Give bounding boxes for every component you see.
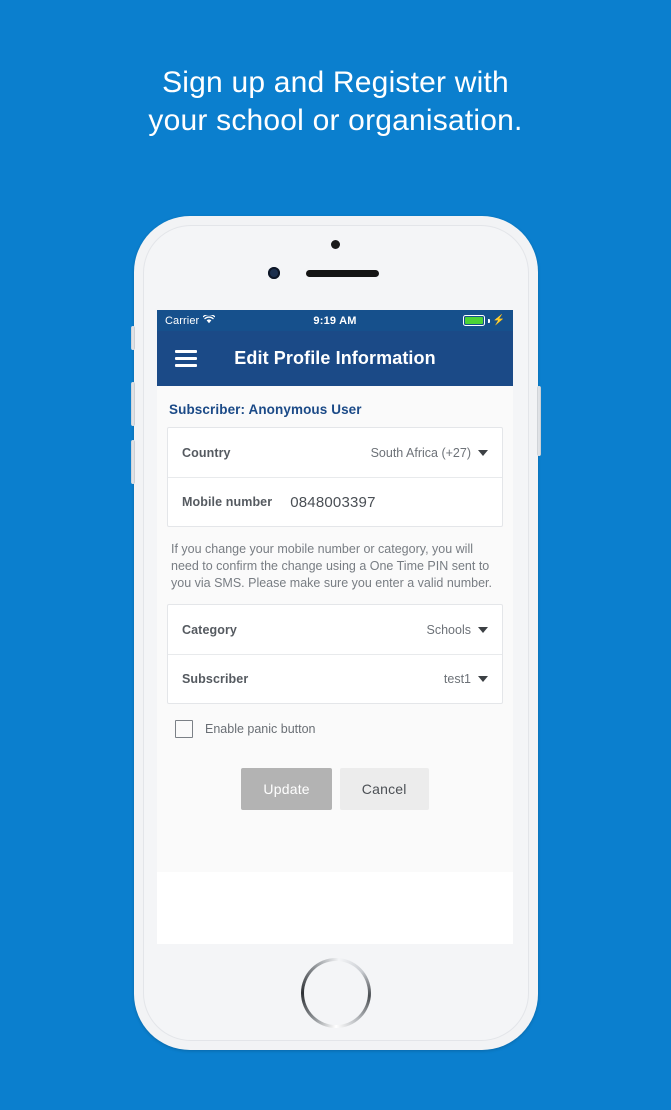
battery-nub-icon <box>487 318 490 323</box>
volume-down-button[interactable] <box>131 440 135 484</box>
home-button-inner <box>304 961 368 1025</box>
subscriber-value: test1 <box>443 672 471 686</box>
battery-fill <box>464 317 483 324</box>
promo-headline: Sign up and Register with your school or… <box>0 64 671 140</box>
category-value: Schools <box>426 622 471 637</box>
phone-screen: Carrier 9:19 AM ⚡ Edit Profile Informati… <box>157 310 513 944</box>
carrier-label: Carrier <box>165 314 200 327</box>
mobile-number-input[interactable]: 0848003397 <box>290 494 375 511</box>
category-row[interactable]: Category Schools <box>168 605 502 654</box>
category-label: Category <box>182 622 237 637</box>
hamburger-line-3 <box>175 364 197 367</box>
headline-line-1: Sign up and Register with <box>162 66 509 99</box>
wifi-icon <box>203 313 216 327</box>
status-bar-left: Carrier <box>165 313 216 327</box>
hamburger-line-1 <box>175 350 197 353</box>
category-select[interactable]: Schools <box>427 623 488 637</box>
country-value: South Africa (+27) <box>370 445 471 460</box>
panic-button-row[interactable]: Enable panic button <box>167 704 503 738</box>
subscriber-row[interactable]: Subscriber test1 <box>168 654 502 703</box>
hamburger-line-2 <box>175 357 197 360</box>
mute-switch-button[interactable] <box>131 326 135 350</box>
status-bar: Carrier 9:19 AM ⚡ <box>157 310 513 331</box>
form-content: Subscriber: Anonymous User Country South… <box>157 386 513 872</box>
form-actions: Update Cancel <box>167 738 503 810</box>
page-title: Edit Profile Information <box>234 348 436 368</box>
update-button[interactable]: Update <box>241 768 332 810</box>
headline-line-2: your school or organisation. <box>148 104 523 137</box>
front-camera-icon <box>268 267 280 279</box>
subscriber-heading: Subscriber: Anonymous User <box>169 402 362 417</box>
proximity-sensor-icon <box>331 240 340 249</box>
category-card: Category Schools Subscriber test1 <box>167 604 503 704</box>
charging-bolt-icon: ⚡ <box>492 314 505 326</box>
enable-panic-button-checkbox[interactable] <box>175 720 193 738</box>
country-select[interactable]: South Africa (+27) <box>371 446 488 460</box>
chevron-down-icon <box>478 676 488 682</box>
subscriber-label: Subscriber <box>182 672 249 686</box>
home-button[interactable] <box>301 958 371 1028</box>
contact-details-card: Country South Africa (+27) Mobile number… <box>167 427 503 527</box>
volume-up-button[interactable] <box>131 382 135 426</box>
mobile-number-row[interactable]: Mobile number 0848003397 <box>168 477 502 526</box>
country-label: Country <box>182 445 231 460</box>
hamburger-menu-icon[interactable] <box>175 350 197 367</box>
power-button[interactable] <box>537 386 541 456</box>
otp-helper-text: If you change your mobile number or cate… <box>171 542 492 590</box>
subscriber-select[interactable]: test1 <box>444 672 488 686</box>
chevron-down-icon <box>478 449 488 456</box>
app-navigation-bar: Edit Profile Information <box>157 331 513 386</box>
country-row[interactable]: Country South Africa (+27) <box>168 428 502 477</box>
cancel-button[interactable]: Cancel <box>339 768 429 810</box>
chevron-down-icon <box>478 626 488 633</box>
mobile-number-label: Mobile number <box>182 495 273 509</box>
phone-mockup: Carrier 9:19 AM ⚡ Edit Profile Informati… <box>131 216 541 1050</box>
earpiece-speaker <box>306 270 379 277</box>
status-bar-right: ⚡ <box>462 314 505 326</box>
enable-panic-button-label: Enable panic button <box>205 722 316 736</box>
battery-icon <box>462 315 485 326</box>
